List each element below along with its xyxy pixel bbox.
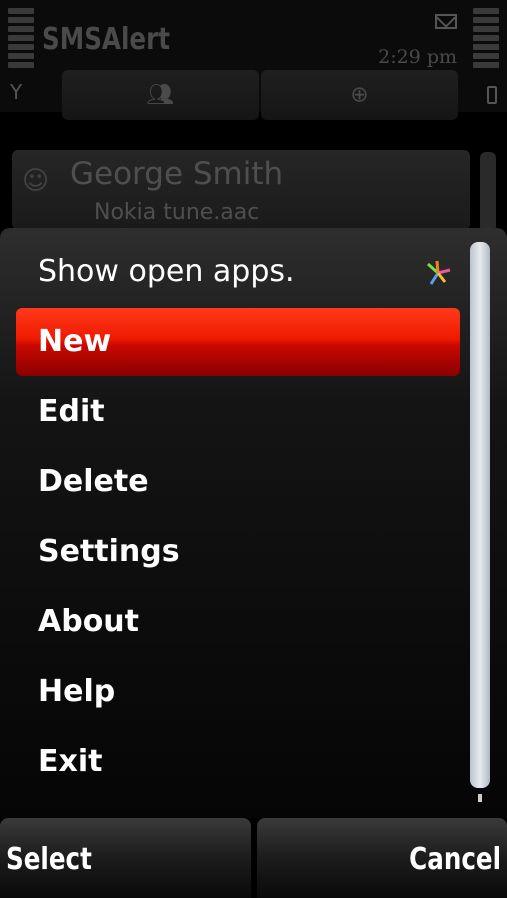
scrollbar-end-marker xyxy=(478,794,482,802)
background-contact-row: ☺ George Smith Nokia tune.aac xyxy=(12,150,470,230)
contact-name: George Smith xyxy=(70,156,284,192)
battery-icon xyxy=(487,86,497,104)
menu-item-show-open-apps[interactable]: Show open apps. xyxy=(38,254,295,289)
select-button[interactable]: Select xyxy=(0,818,251,898)
tab-globe: ⊕ xyxy=(261,70,458,120)
tab-contacts: 👥︎ xyxy=(62,70,259,120)
background-scrollbar xyxy=(480,152,496,232)
app-title: SMSAlert xyxy=(42,22,170,57)
cancel-label: Cancel xyxy=(409,842,501,877)
select-label: Select xyxy=(6,842,92,877)
battery-level-icon xyxy=(473,8,499,68)
globe-icon: ⊕ xyxy=(350,82,369,108)
contact-subtitle: Nokia tune.aac xyxy=(94,200,260,225)
message-icon xyxy=(435,14,457,29)
menu-item-edit[interactable]: Edit xyxy=(38,394,105,429)
menu-scrollbar[interactable] xyxy=(470,242,490,788)
cancel-button[interactable]: Cancel xyxy=(256,818,507,898)
menu-item-settings[interactable]: Settings xyxy=(38,534,180,569)
clock: 2:29 pm xyxy=(378,46,457,68)
signal-strength-icon xyxy=(8,8,34,68)
person-icon: ☺ xyxy=(22,166,50,196)
menu-item-exit[interactable]: Exit xyxy=(38,744,102,779)
background-tabs: 👥︎ ⊕ xyxy=(62,70,458,120)
task-switcher-icon xyxy=(426,260,451,285)
menu-item-help[interactable]: Help xyxy=(38,674,115,709)
antenna-icon: Y xyxy=(10,80,23,104)
menu-item-delete[interactable]: Delete xyxy=(38,464,149,499)
menu-item-new[interactable]: New xyxy=(38,324,111,359)
softkey-bar: Select Cancel xyxy=(0,818,507,898)
options-menu: Show open apps. New Edit Delete Settings… xyxy=(0,228,507,818)
contacts-icon: 👥︎ xyxy=(146,82,175,108)
menu-item-about[interactable]: About xyxy=(38,604,139,639)
